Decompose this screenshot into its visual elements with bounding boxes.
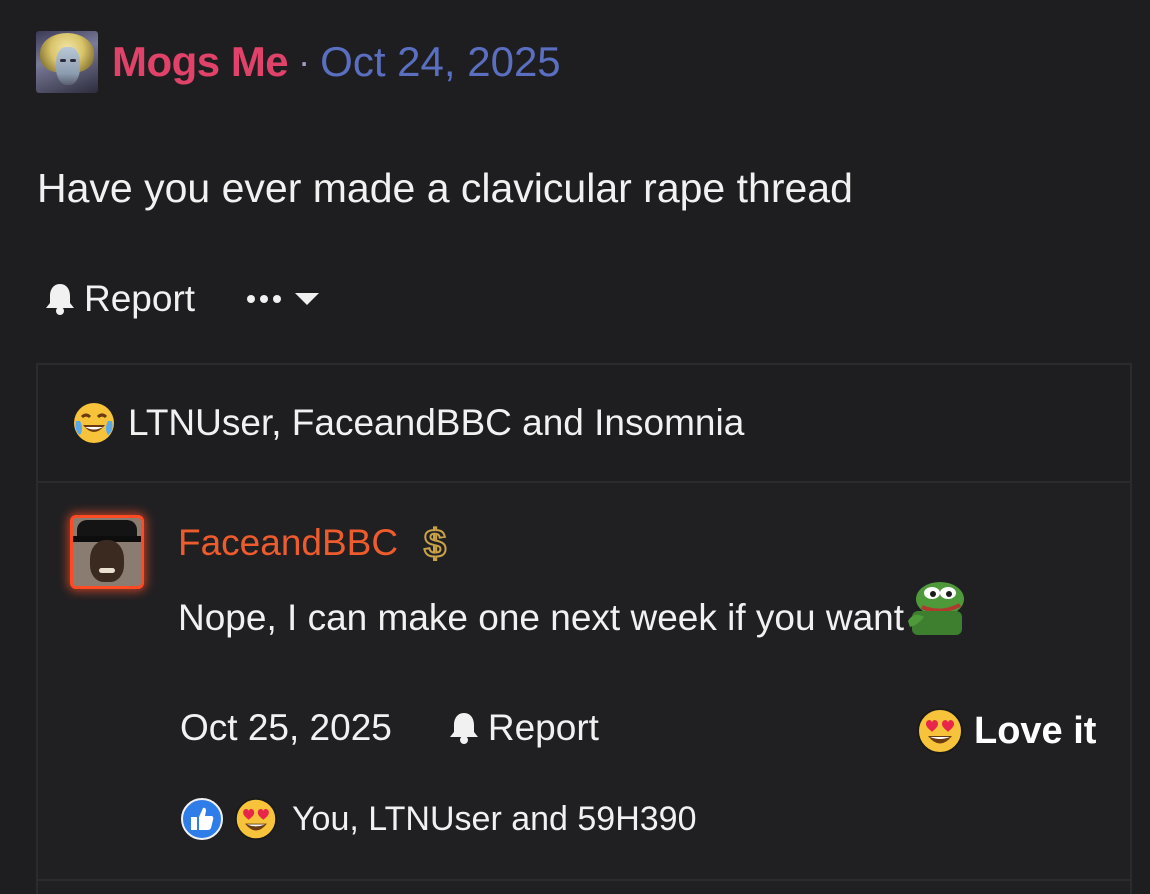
thread-page: Mogs Me · Oct 24, 2025 Have you ever mad… — [0, 0, 1150, 894]
replies-card: LTNUser, FaceandBBC and Insomnia Faceand… — [36, 363, 1132, 894]
reply-reactions-users: You, LTNUser and 59H390 — [292, 799, 697, 838]
reply-text: Nope, I can make one next week if you wa… — [178, 581, 966, 639]
reply-avatar[interactable] — [70, 515, 144, 589]
dollar-sign-icon: $ — [423, 521, 447, 565]
svg-text:$: $ — [424, 522, 446, 565]
reply-author: FaceandBBC $ — [178, 521, 452, 565]
heart-eyes-emoji — [234, 797, 278, 841]
crying-laughing-emoji — [74, 403, 114, 443]
reply-meta: Oct 25, 2025 Report — [180, 707, 599, 749]
report-button[interactable]: Report — [44, 278, 195, 320]
meta-separator: · — [298, 41, 311, 82]
report-label: Report — [84, 278, 196, 319]
bell-icon — [449, 713, 478, 744]
thumbs-up-icon — [181, 798, 223, 840]
post-date-link[interactable]: Oct 24, 2025 — [320, 38, 561, 86]
love-it-label: Love it — [974, 709, 1097, 752]
more-options-button[interactable] — [247, 293, 320, 305]
more-dots-icon — [247, 295, 282, 303]
post-reactions-summary[interactable]: LTNUser, FaceandBBC and Insomnia — [72, 401, 744, 445]
love-it-button[interactable]: Love it — [916, 707, 1096, 755]
reply-reactions[interactable]: You, LTNUser and 59H390 — [180, 797, 696, 841]
reply-report-label: Report — [487, 707, 599, 748]
chevron-down-icon — [295, 293, 320, 305]
reply-report-button[interactable]: Report — [448, 707, 599, 749]
heart-eyes-emoji — [917, 708, 963, 754]
post-header: Mogs Me · Oct 24, 2025 — [36, 30, 561, 94]
post-author-link[interactable]: Mogs Me — [112, 38, 289, 86]
divider — [38, 879, 1130, 881]
avatar[interactable] — [36, 31, 98, 93]
post-actions: Report — [44, 278, 320, 320]
reply-date-link[interactable]: Oct 25, 2025 — [180, 707, 392, 749]
reply-item: FaceandBBC $ Nope, I can make one next w… — [38, 483, 1130, 894]
reply-author-link[interactable]: FaceandBBC — [178, 522, 398, 564]
post-body-text: Have you ever made a clavicular rape thr… — [37, 165, 853, 211]
bell-icon — [46, 284, 74, 315]
reactions-users-text: LTNUser, FaceandBBC and Insomnia — [128, 402, 745, 443]
reply-body-text: Nope, I can make one next week if you wa… — [178, 597, 905, 638]
pepe-emoji — [908, 582, 965, 635]
